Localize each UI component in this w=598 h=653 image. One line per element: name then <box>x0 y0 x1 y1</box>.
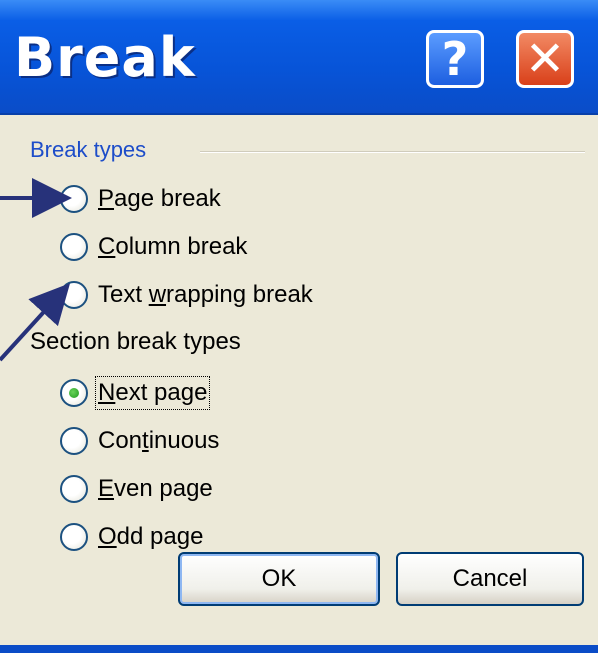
annotation-arrow-icon <box>0 178 72 362</box>
arrow-to-text-wrapping-break <box>0 283 71 362</box>
